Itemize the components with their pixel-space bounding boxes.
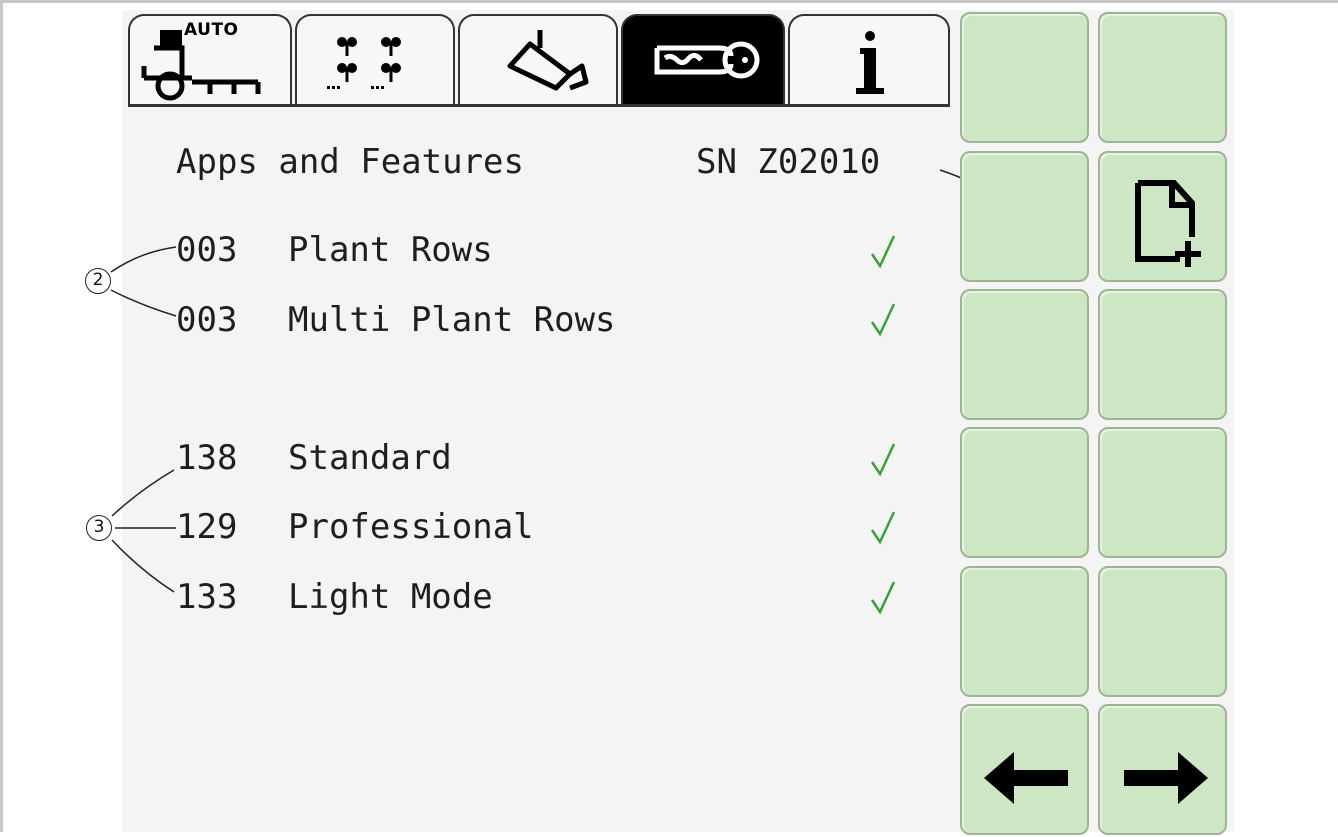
softkey-3[interactable] <box>960 151 1089 282</box>
callout-2: 2 <box>85 268 111 294</box>
arrow-right-icon <box>1124 752 1208 804</box>
softkey-5[interactable] <box>960 289 1089 420</box>
softkey-6[interactable] <box>1098 289 1227 420</box>
softkey-8[interactable] <box>1098 427 1227 558</box>
arrow-left-icon <box>984 752 1068 804</box>
softkey-10[interactable] <box>1098 566 1227 697</box>
softkey-1[interactable] <box>960 12 1089 143</box>
next-button[interactable] <box>1098 704 1227 835</box>
new-file-icon <box>1135 180 1201 267</box>
softkey-2[interactable] <box>1098 12 1227 143</box>
softkey-7[interactable] <box>960 427 1089 558</box>
new-file-button[interactable] <box>1098 151 1227 282</box>
softkey-9[interactable] <box>960 566 1089 697</box>
previous-button[interactable] <box>960 704 1089 835</box>
callout-3: 3 <box>86 515 112 541</box>
